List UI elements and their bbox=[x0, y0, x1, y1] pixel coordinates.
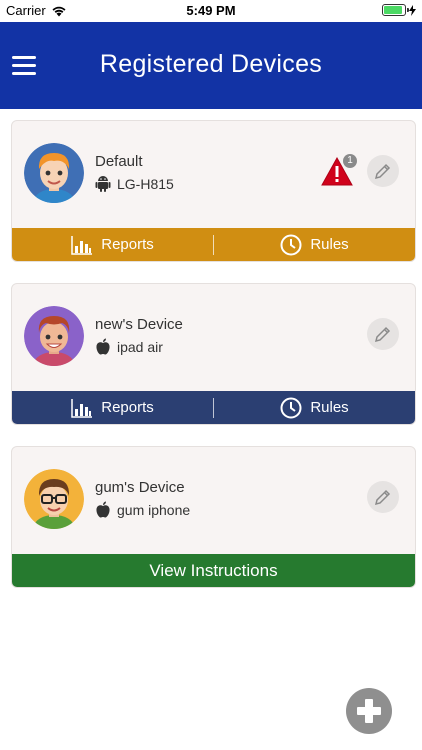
pencil-icon bbox=[374, 163, 391, 180]
reports-label: Reports bbox=[101, 399, 154, 416]
apple-icon bbox=[96, 338, 110, 355]
android-icon bbox=[95, 176, 111, 192]
rules-button[interactable]: Rules bbox=[214, 228, 415, 261]
device-name: gum's Device bbox=[95, 479, 185, 496]
device-card-gum[interactable]: gum's Device gum iphone View Instruction… bbox=[11, 446, 416, 588]
device-card-body: gum's Device gum iphone bbox=[12, 447, 415, 553]
rules-label: Rules bbox=[310, 236, 349, 253]
device-card-body: new's Device ipad air bbox=[12, 284, 415, 390]
device-name: new's Device bbox=[95, 316, 183, 333]
device-model-label: LG-H815 bbox=[117, 176, 174, 192]
status-right bbox=[382, 4, 416, 16]
reports-label: Reports bbox=[101, 236, 154, 253]
pencil-icon bbox=[374, 489, 391, 506]
edit-button[interactable] bbox=[367, 155, 399, 187]
edit-button[interactable] bbox=[367, 318, 399, 350]
bar-chart-icon bbox=[71, 235, 93, 255]
plus-icon bbox=[357, 699, 381, 723]
status-bar: Carrier 5:49 PM bbox=[0, 0, 422, 22]
edit-button[interactable] bbox=[367, 481, 399, 513]
device-model-label: gum iphone bbox=[117, 502, 191, 518]
device-card-body: Default LG-H815 1 bbox=[12, 121, 415, 227]
device-model: LG-H815 bbox=[95, 175, 174, 193]
reports-button[interactable]: Reports bbox=[12, 228, 213, 261]
view-instructions-label: View Instructions bbox=[149, 560, 278, 580]
device-name: Default bbox=[95, 153, 143, 170]
bar-chart-icon bbox=[71, 398, 93, 418]
avatar bbox=[24, 143, 84, 203]
card-footer: Reports Rules bbox=[12, 391, 415, 424]
battery-icon bbox=[382, 4, 409, 16]
add-device-button[interactable] bbox=[346, 688, 392, 734]
charging-icon bbox=[409, 4, 416, 16]
alert-indicator[interactable]: 1 bbox=[321, 154, 357, 187]
avatar bbox=[24, 469, 84, 529]
avatar bbox=[24, 306, 84, 366]
card-footer: Reports Rules bbox=[12, 228, 415, 261]
view-instructions-button[interactable]: View Instructions bbox=[12, 554, 415, 587]
device-card-default[interactable]: Default LG-H815 1 Reports Rules bbox=[11, 120, 416, 262]
device-card-new[interactable]: new's Device ipad air Reports Rules bbox=[11, 283, 416, 425]
nav-bar: Registered Devices bbox=[0, 22, 422, 109]
device-model-label: ipad air bbox=[117, 339, 163, 355]
reports-button[interactable]: Reports bbox=[12, 391, 213, 424]
status-time: 5:49 PM bbox=[186, 3, 236, 18]
rules-label: Rules bbox=[310, 399, 349, 416]
rules-button[interactable]: Rules bbox=[214, 391, 415, 424]
device-model: gum iphone bbox=[95, 501, 190, 519]
clock-icon bbox=[280, 234, 302, 255]
clock-icon bbox=[280, 397, 302, 418]
pencil-icon bbox=[374, 326, 391, 343]
apple-icon bbox=[96, 501, 110, 518]
page-title: Registered Devices bbox=[99, 50, 323, 78]
device-model: ipad air bbox=[95, 338, 163, 356]
alert-count-badge: 1 bbox=[343, 154, 357, 168]
